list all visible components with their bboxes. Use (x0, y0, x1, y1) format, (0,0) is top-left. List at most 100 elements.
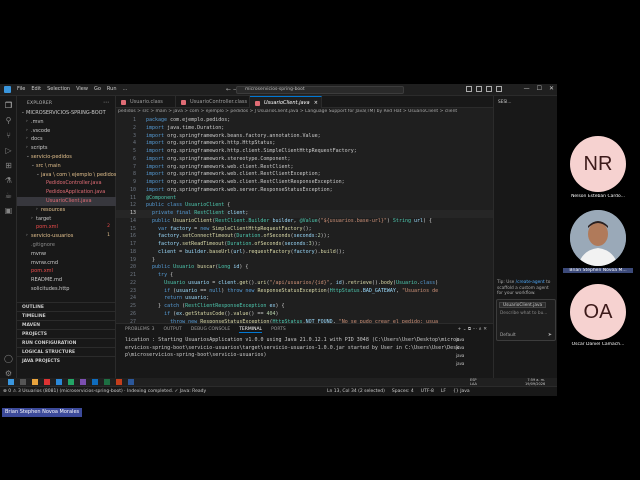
breadcrumb[interactable]: pedidos > src > main > java > com > ejem… (116, 109, 493, 116)
layout-controls[interactable] (466, 86, 502, 92)
mode-select[interactable]: Default (500, 333, 516, 338)
account-icon[interactable]: ◯ (4, 354, 13, 363)
java-icon[interactable]: ☕ (4, 191, 13, 200)
code-line[interactable]: 11 @Component (116, 195, 493, 203)
app-taskbar-icon[interactable] (44, 379, 50, 385)
panel-tab[interactable]: TERMINAL (239, 327, 263, 333)
ppt-taskbar-icon[interactable] (116, 379, 122, 385)
tree-item[interactable]: › resources (17, 206, 116, 215)
status-item[interactable]: UTF-8 (421, 389, 434, 394)
status-item[interactable]: {} Java (453, 389, 470, 394)
terminal-instance[interactable]: java (456, 344, 490, 352)
window-controls[interactable]: — ☐ ✕ (524, 85, 554, 92)
panel-tab[interactable]: PROBLEMS (125, 327, 150, 333)
panel-tab[interactable]: PORTS (271, 327, 286, 333)
keyboard-language[interactable]: ESP LAA (470, 378, 477, 386)
tree-item[interactable]: UsuarioClient.java (17, 196, 116, 206)
tree-item[interactable]: README.md (17, 276, 116, 285)
status-item[interactable]: Ln 13, Col 34 (2 selected) (327, 389, 385, 394)
code-line[interactable]: 24 return usuario; (116, 295, 493, 303)
code-line[interactable]: 21 try { (116, 272, 493, 280)
vscode-taskbar-icon[interactable] (92, 379, 98, 385)
word-taskbar-icon[interactable] (128, 379, 134, 385)
send-icon[interactable]: ➤ (548, 332, 552, 338)
teams-taskbar-icon[interactable] (80, 379, 86, 385)
code-line[interactable]: 12 public class UsuarioClient { (116, 202, 493, 210)
tree-item[interactable]: ⌄ src \ main (17, 162, 116, 171)
tree-item[interactable]: ⌄ MICROSERVICIOS-SPRING-BOOT (17, 109, 116, 118)
editor-tab[interactable]: UsuarioController.class (176, 96, 250, 108)
menu-item[interactable]: Selection (47, 86, 70, 92)
code-line[interactable]: 4 import org.springframework.http.HttpSta… (116, 140, 493, 148)
terminal-instance[interactable]: java (456, 360, 490, 368)
sidebar-section[interactable]: JAVA PROJECTS (17, 356, 116, 365)
code-line[interactable]: 16 factory.setConnectTimeout(Duration.of… (116, 233, 493, 241)
code-line[interactable]: 2 import java.time.Duration; (116, 125, 493, 133)
extensions-icon[interactable]: ⊞ (4, 161, 13, 170)
panel-actions[interactable]: + ⌄ ⧉ ⋯ ∧ ✕ (458, 326, 487, 332)
menu-item[interactable]: File (17, 86, 25, 92)
code-line[interactable]: 3 import org.springframework.beans.factor… (116, 133, 493, 141)
terminal-output[interactable]: lication : Starting UsuariosApplication … (125, 337, 460, 360)
code-line[interactable]: 13 private final RestClient client; (116, 210, 493, 218)
code-line[interactable]: 17 factory.setReadTimeout(Duration.ofSec… (116, 241, 493, 249)
tree-item[interactable]: › docs (17, 135, 116, 144)
code-line[interactable]: 1 package com.ejemplo.pedidos; (116, 117, 493, 125)
participant-tile[interactable]: Brian Stephen Novoa M... (563, 210, 633, 280)
tree-item[interactable]: mvnw (17, 250, 116, 259)
panel-tab[interactable]: OUTPUT (163, 327, 181, 333)
chat-input-placeholder[interactable]: Describe what to bu... (500, 311, 547, 316)
chat-input-box[interactable]: UsuarioClient.java Describe what to bu..… (496, 299, 556, 341)
testing-icon[interactable]: ⚗ (4, 176, 13, 185)
code-line[interactable]: 25 } catch (RestClientResponseException … (116, 303, 493, 311)
menu-item[interactable]: ... (123, 86, 128, 92)
sidebar-section[interactable]: TIMELINE (17, 311, 116, 320)
tree-item[interactable]: mvnw.cmd (17, 259, 116, 268)
code-line[interactable]: 23 if (usuario == null) throw new Respon… (116, 288, 493, 296)
code-line[interactable]: 18 client = builder.baseUrl(url).request… (116, 249, 493, 257)
code-line[interactable]: 6 import org.springframework.stereotype.C… (116, 156, 493, 164)
tree-item[interactable]: ⌄ java \ com \ ejemplo \ pedidos (17, 171, 116, 180)
menu-item[interactable]: Run (107, 86, 117, 92)
excel-taskbar-icon[interactable] (104, 379, 110, 385)
menu-item[interactable]: Edit (31, 86, 41, 92)
windows-start-icon[interactable] (8, 379, 14, 385)
tree-item[interactable]: PedidosApplication.java (17, 188, 116, 197)
tree-item[interactable]: › target (17, 215, 116, 224)
tree-item[interactable]: PedidosController.java (17, 179, 116, 188)
code-line[interactable]: 26 if (ex.getStatusCode().value() == 404… (116, 311, 493, 319)
code-line[interactable]: 19 } (116, 257, 493, 265)
sidebar-section[interactable]: LOGICAL STRUCTURE (17, 347, 116, 356)
explorer-icon[interactable]: ❐ (4, 101, 13, 110)
participant-tile[interactable]: NR Nelson Esteban Cardo... (563, 136, 633, 206)
editor-tab[interactable]: UsuarioClient.java × (250, 96, 322, 108)
close-tab-icon[interactable]: × (314, 97, 318, 109)
edge-taskbar-icon[interactable] (56, 379, 62, 385)
code-line[interactable]: 10 import org.springframework.web.server.… (116, 187, 493, 195)
code-line[interactable]: 8 import org.springframework.web.client.R… (116, 171, 493, 179)
tree-item[interactable]: › scripts (17, 144, 116, 153)
code-line[interactable]: 14 public UsuarioClient(RestClient.Build… (116, 218, 493, 226)
taskbar-clock[interactable]: 7:59 a. m. 19/09/2026 (525, 378, 545, 386)
code-line[interactable]: 9 import org.springframework.web.client.R… (116, 179, 493, 187)
terminal-instance[interactable]: java (456, 352, 490, 360)
menu-item[interactable]: View (76, 86, 88, 92)
menu-item[interactable]: Go (94, 86, 101, 92)
panel-tab[interactable]: DEBUG CONSOLE (191, 327, 230, 333)
tree-item[interactable]: › .vscode (17, 127, 116, 136)
search-icon[interactable]: ⚲ (4, 116, 13, 125)
terminal-instance[interactable]: java (456, 336, 490, 344)
create-agent-link[interactable]: /create-agent (516, 280, 545, 285)
editor-tab[interactable]: Usuario.class (116, 96, 176, 108)
code-line[interactable]: 15 var factory = new SimpleClientHttpReq… (116, 226, 493, 234)
participant-tile[interactable]: OA Oscar Daniel Camach... (563, 284, 633, 354)
code-line[interactable]: 5 import org.springframework.http.client.… (116, 148, 493, 156)
sidebar-section[interactable]: RUN CONFIGURATION (17, 338, 116, 347)
code-line[interactable]: 22 Usuario usuario = client.get().uri("/… (116, 280, 493, 288)
explorer-taskbar-icon[interactable] (32, 379, 38, 385)
more-actions-icon[interactable]: ⋯ (103, 99, 109, 106)
status-item[interactable]: LF (441, 389, 446, 394)
status-item[interactable]: Spaces: 4 (392, 389, 414, 394)
code-line[interactable]: 7 import org.springframework.web.client.R… (116, 164, 493, 172)
tree-item[interactable]: ⌄ servicio-pedidos (17, 153, 116, 162)
